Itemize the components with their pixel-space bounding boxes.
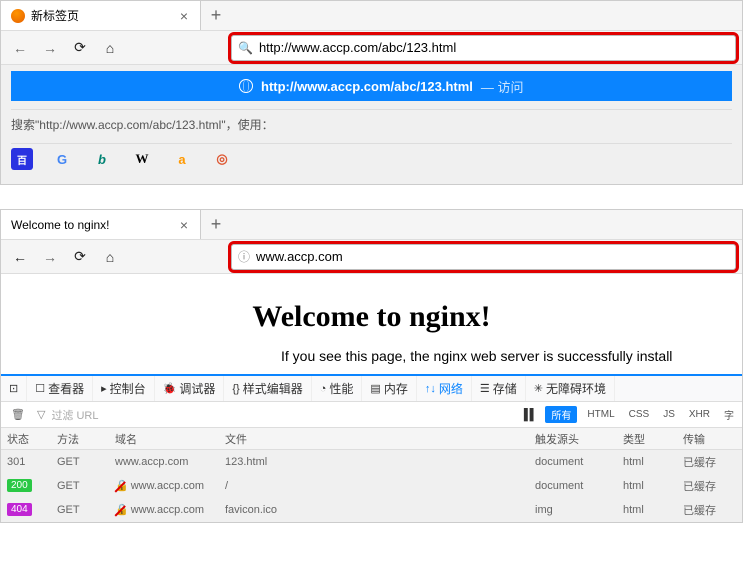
network-row[interactable]: 404GET🔒www.accp.comfavicon.icoimghtml已缓存	[1, 498, 742, 522]
forward-button[interactable]: →	[37, 244, 63, 270]
globe-icon	[239, 79, 253, 93]
filter-all[interactable]: 所有	[545, 406, 577, 423]
engine-google[interactable]: G	[51, 148, 73, 170]
network-icon: ↑↓	[425, 383, 436, 395]
search-icon: 🔍	[238, 41, 253, 55]
network-table-header: 状态 方法 域名 文件 触发源头 类型 传输	[1, 428, 742, 450]
new-tab-button[interactable]: +	[201, 214, 231, 235]
back-button[interactable]: ←	[7, 35, 33, 61]
engine-amazon[interactable]: a	[171, 148, 193, 170]
col-transferred[interactable]: 传输	[677, 431, 727, 447]
style-icon: {}	[232, 383, 239, 395]
devtools-performance[interactable]: ◔性能	[312, 376, 363, 401]
devtools-accessibility[interactable]: ✳无障碍环境	[526, 376, 615, 401]
devtools-debugger[interactable]: 🐞调试器	[155, 376, 225, 401]
url-suggestion[interactable]: http://www.accp.com/abc/123.html — 访问	[11, 71, 732, 101]
pause-icon[interactable]: ▌▌	[520, 409, 540, 421]
col-method[interactable]: 方法	[51, 431, 109, 447]
insecure-lock-icon: 🔒	[115, 479, 129, 492]
network-row[interactable]: 301GETwww.accp.com123.htmldocumenthtml已缓…	[1, 450, 742, 474]
debugger-icon: 🐞	[163, 382, 177, 395]
nav-toolbar: ← → ⟳ ⌂ 🔍 http://www.accp.com/abc/123.ht…	[1, 31, 742, 65]
page-heading: Welcome to nginx!	[1, 300, 742, 334]
engine-duckduckgo[interactable]: ◎	[211, 148, 233, 170]
suggestion-action: — 访问	[481, 77, 524, 96]
address-bar[interactable]: 🔍 http://www.accp.com/abc/123.html	[231, 35, 736, 61]
devtools-network[interactable]: ↑↓网络	[417, 376, 472, 401]
perf-icon: ◔	[320, 383, 327, 395]
filter-html[interactable]: HTML	[583, 409, 618, 420]
engine-wikipedia[interactable]: W	[131, 148, 153, 170]
suggestion-url: http://www.accp.com/abc/123.html	[261, 79, 473, 94]
col-cause[interactable]: 触发源头	[529, 431, 617, 447]
engine-bing[interactable]: b	[91, 148, 113, 170]
inspector-icon: ☐	[35, 382, 45, 395]
search-hint: 搜索"http://www.accp.com/abc/123.html"，使用：	[11, 109, 732, 139]
filter-js[interactable]: JS	[659, 409, 679, 420]
firefox-icon	[11, 9, 25, 23]
col-domain[interactable]: 域名	[109, 431, 219, 447]
reload-button[interactable]: ⟳	[67, 35, 93, 61]
new-tab-button[interactable]: +	[201, 5, 231, 26]
browser-window-2: Welcome to nginx! × + ← → ⟳ ⌂ ⓘ www.accp…	[0, 209, 743, 523]
forward-button[interactable]: →	[37, 35, 63, 61]
home-button[interactable]: ⌂	[97, 35, 123, 61]
filter-url-input[interactable]: 过滤 URL	[51, 407, 513, 423]
console-icon: ▸	[101, 382, 107, 395]
network-row[interactable]: 200GET🔒www.accp.com/documenthtml已缓存	[1, 474, 742, 498]
clear-icon[interactable]: 🗑	[5, 408, 31, 421]
devtools-inspector[interactable]: ☐查看器	[27, 376, 93, 401]
col-type[interactable]: 类型	[617, 431, 677, 447]
url-text: www.accp.com	[256, 249, 729, 264]
close-tab-icon[interactable]: ×	[178, 8, 190, 24]
network-filter-row: 🗑 ▽ 过滤 URL ▌▌ 所有 HTML CSS JS XHR 字	[1, 402, 742, 428]
storage-icon: ☰	[480, 382, 490, 395]
picker-icon: ⊡	[9, 382, 18, 395]
address-bar[interactable]: ⓘ www.accp.com	[231, 244, 736, 270]
insecure-lock-icon: 🔒	[115, 503, 129, 516]
info-icon: ⓘ	[238, 248, 250, 265]
browser-window-1: 新标签页 × + ← → ⟳ ⌂ 🔍 http://www.accp.com/a…	[0, 0, 743, 185]
browser-tab[interactable]: 新标签页 ×	[1, 1, 201, 30]
filter-css[interactable]: CSS	[625, 409, 654, 420]
memory-icon: ▤	[370, 382, 380, 395]
devtools-storage[interactable]: ☰存储	[472, 376, 526, 401]
engine-baidu[interactable]: 百	[11, 148, 33, 170]
nav-toolbar: ← → ⟳ ⌂ ⓘ www.accp.com	[1, 240, 742, 274]
reload-button[interactable]: ⟳	[67, 244, 93, 270]
filter-xhr[interactable]: XHR	[685, 409, 714, 420]
filter-icon: ▽	[37, 408, 45, 421]
devtools-tabs: ⊡ ☐查看器 ▸控制台 🐞调试器 {}样式编辑器 ◔性能 ▤内存 ↑↓网络 ☰存…	[1, 374, 742, 402]
url-text: http://www.accp.com/abc/123.html	[259, 40, 729, 55]
tab-strip: 新标签页 × +	[1, 1, 742, 31]
search-engines-row: 百 G b W a ◎	[11, 143, 732, 178]
col-status[interactable]: 状态	[1, 431, 51, 447]
tab-title: Welcome to nginx!	[11, 218, 172, 232]
network-table-body: 301GETwww.accp.com123.htmldocumenthtml已缓…	[1, 450, 742, 522]
devtools-console[interactable]: ▸控制台	[93, 376, 155, 401]
devtools-picker[interactable]: ⊡	[1, 376, 27, 401]
devtools-style-editor[interactable]: {}样式编辑器	[224, 376, 311, 401]
home-button[interactable]: ⌂	[97, 244, 123, 270]
filter-fonts[interactable]: 字	[720, 407, 738, 422]
close-tab-icon[interactable]: ×	[178, 217, 190, 233]
a11y-icon: ✳	[534, 382, 543, 395]
page-content: Welcome to nginx! If you see this page, …	[1, 274, 742, 374]
back-button[interactable]: ←	[7, 244, 33, 270]
col-file[interactable]: 文件	[219, 431, 529, 447]
tab-strip: Welcome to nginx! × +	[1, 210, 742, 240]
devtools-memory[interactable]: ▤内存	[362, 376, 416, 401]
tab-title: 新标签页	[31, 7, 172, 24]
page-description: If you see this page, the nginx web serv…	[1, 348, 742, 364]
browser-tab[interactable]: Welcome to nginx! ×	[1, 210, 201, 239]
